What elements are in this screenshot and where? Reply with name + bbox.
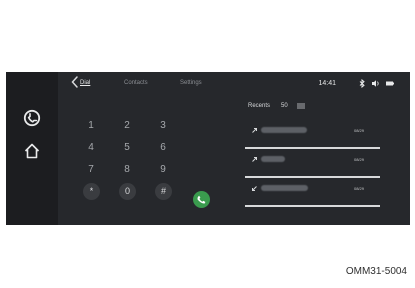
dial-key-5[interactable]: 5 [116,138,138,158]
tab-settings[interactable]: Settings [180,80,202,86]
dial-key-6[interactable]: 6 [152,138,174,158]
dialpad: 1 2 3 4 5 6 7 8 9 * 0 # [80,116,190,221]
blurred-contact-name [261,185,308,191]
dial-key-9[interactable]: 9 [152,160,174,180]
home-icon[interactable] [22,141,42,161]
tab-contacts[interactable]: Contacts [124,80,148,86]
call-date: 08/29 [353,186,364,191]
dial-key-2[interactable]: 2 [116,116,138,136]
volume-icon [372,80,379,87]
call-date: 08/29 [353,157,364,162]
dial-key-1[interactable]: 1 [80,116,102,136]
recents-panel: Recents 50 08/29 08/29 08/29 [245,97,380,217]
row-divider [245,176,380,178]
phone-handset-icon [197,195,206,204]
left-sidebar [6,72,58,225]
dial-key-8[interactable]: 8 [116,160,138,180]
recent-call-row[interactable]: 08/29 [245,123,380,149]
row-divider [245,147,380,149]
dial-key-hash[interactable]: # [155,183,172,200]
blurred-contact-name [261,156,285,162]
call-button[interactable] [193,191,210,208]
bluetooth-icon [359,79,365,88]
recent-call-row[interactable]: 08/29 [245,181,380,207]
recents-count: 50 [281,103,288,109]
dial-key-4[interactable]: 4 [80,138,102,158]
infotainment-screen: Dial Contacts Settings 14:41 1 2 3 4 5 6… [6,72,410,225]
row-divider [245,205,380,207]
list-menu-icon[interactable] [297,103,305,109]
tab-dial[interactable]: Dial [80,80,90,86]
incoming-call-icon [252,186,257,191]
recent-call-row[interactable]: 08/29 [245,152,380,178]
dial-key-3[interactable]: 3 [152,116,174,136]
recents-title: Recents [248,103,271,109]
call-date: 08/29 [353,128,364,133]
back-arrow-icon[interactable] [70,76,80,88]
figure-caption: OMM31-5004 [345,266,407,277]
outgoing-call-icon [252,128,257,133]
battery-icon [386,81,394,86]
top-bar: Dial Contacts Settings 14:41 [58,72,410,94]
phone-icon[interactable] [22,108,42,128]
blurred-contact-name [261,127,307,133]
dial-key-0[interactable]: 0 [119,183,136,200]
dial-key-7[interactable]: 7 [80,160,102,180]
clock: 14:41 [318,80,336,87]
outgoing-call-icon [252,157,257,162]
dial-key-star[interactable]: * [83,183,100,200]
